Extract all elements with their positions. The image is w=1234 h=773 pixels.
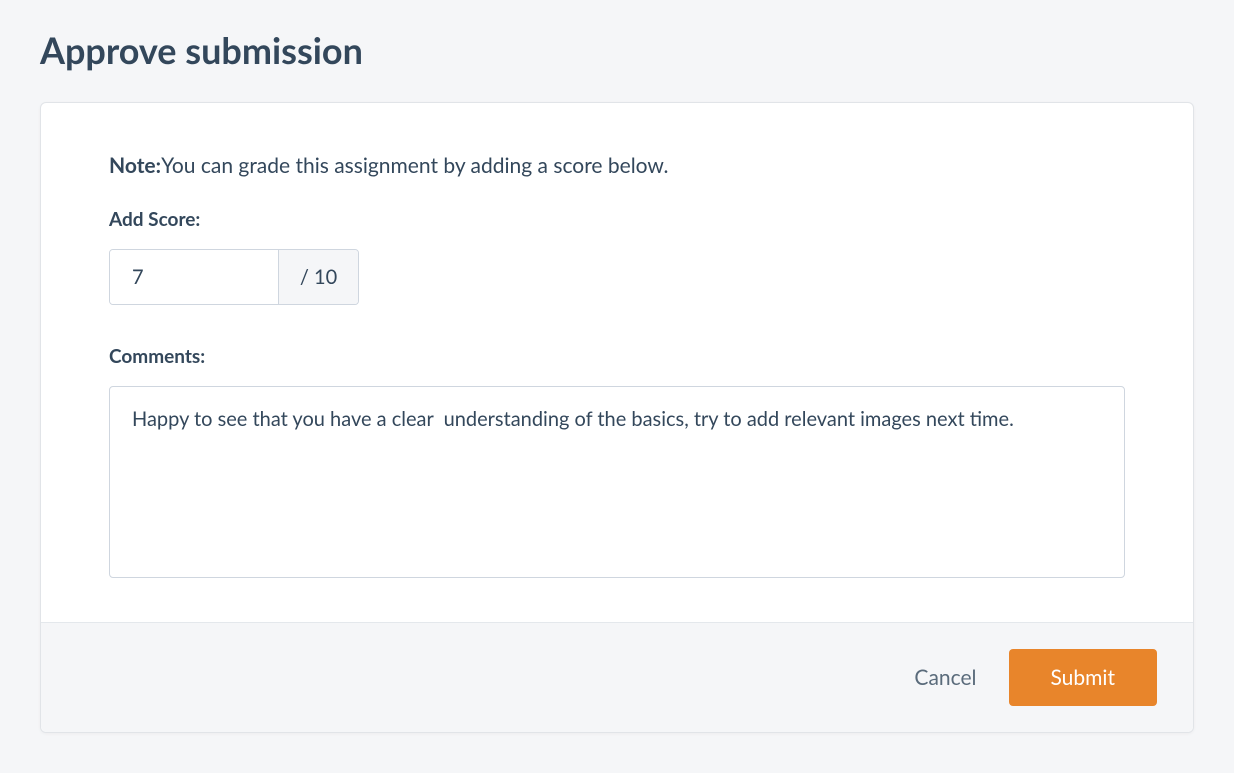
score-label: Add Score: [109,208,1125,231]
card-footer: Cancel Submit [41,622,1193,732]
note-label: Note: [109,153,161,178]
score-input-group: / 10 [109,249,359,305]
page-title: Approve submission [40,28,1194,72]
score-input[interactable] [110,250,278,304]
note-text: You can grade this assignment by adding … [161,153,668,178]
card-body: Note:You can grade this assignment by ad… [41,103,1193,622]
note-line: Note:You can grade this assignment by ad… [109,153,1125,178]
comments-label: Comments: [109,345,1125,368]
approve-submission-card: Note:You can grade this assignment by ad… [40,102,1194,733]
submit-button[interactable]: Submit [1009,649,1158,706]
score-max-display: / 10 [278,250,358,304]
cancel-button[interactable]: Cancel [910,659,980,696]
comments-textarea[interactable] [109,386,1125,578]
